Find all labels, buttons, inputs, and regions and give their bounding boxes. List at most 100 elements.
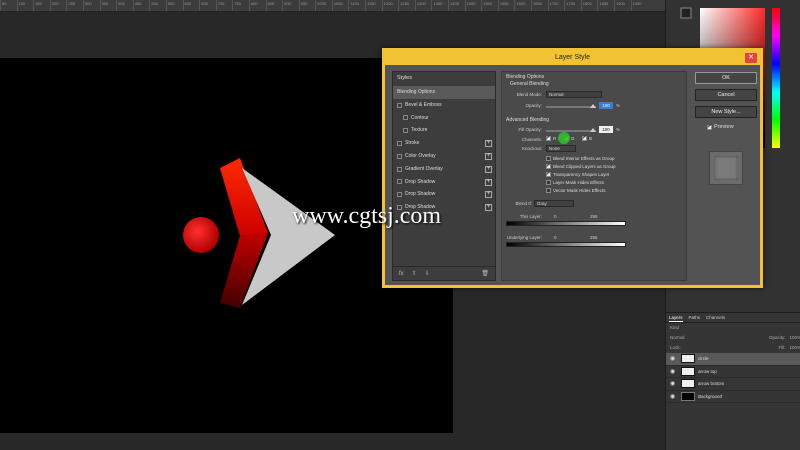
- visibility-eye-icon[interactable]: ◉: [670, 355, 678, 362]
- add-style-icon[interactable]: +: [485, 165, 492, 173]
- add-style-icon[interactable]: +: [485, 178, 492, 186]
- style-preview: [709, 151, 743, 185]
- style-item[interactable]: Blending Options: [393, 86, 495, 99]
- ruler-tick: 550: [165, 0, 183, 11]
- ruler-tick: 1600: [514, 0, 531, 11]
- style-checkbox[interactable]: [403, 115, 408, 121]
- dialog-title-bar[interactable]: Layer Style ✕: [385, 51, 760, 65]
- style-checkbox[interactable]: [397, 102, 402, 108]
- visibility-eye-icon[interactable]: ◉: [670, 380, 678, 387]
- preview-checkbox[interactable]: Preview: [707, 123, 734, 130]
- tab-paths[interactable]: Paths: [689, 313, 701, 322]
- style-item[interactable]: Color Overlay +: [393, 150, 495, 163]
- add-style-icon[interactable]: +: [485, 152, 492, 160]
- style-checkbox[interactable]: [397, 192, 402, 198]
- blend-mode-select[interactable]: Normal: [546, 91, 602, 98]
- ruler-tick: 800: [248, 0, 266, 11]
- ruler-tick: 1950: [630, 0, 648, 11]
- foreground-swatch: [680, 7, 692, 19]
- underlying-layer-label: Underlying Layer:: [506, 235, 542, 240]
- advanced-option-checkbox[interactable]: Blend Clipped Layers as Group: [546, 162, 616, 169]
- close-button[interactable]: ✕: [745, 53, 757, 63]
- tab-channels[interactable]: Channels: [706, 313, 725, 322]
- style-item[interactable]: Drop Shadow +: [393, 188, 495, 201]
- fill-knob[interactable]: [590, 128, 596, 132]
- move-up-icon[interactable]: ⇧: [412, 270, 417, 277]
- ruler-tick: 1050: [331, 0, 349, 11]
- underlying-max: 255: [590, 235, 598, 240]
- style-item[interactable]: Bevel & Emboss: [393, 99, 495, 112]
- cancel-button[interactable]: Cancel: [695, 89, 757, 101]
- advanced-option-checkbox[interactable]: Blend Interior Effects as Group: [546, 156, 614, 161]
- layer-name: arrow bottom: [698, 381, 725, 387]
- style-item[interactable]: Gradient Overlay +: [393, 163, 495, 176]
- ruler-tick: 600: [182, 0, 200, 11]
- layer-thumbnail: [681, 366, 695, 376]
- add-style-icon[interactable]: +: [485, 140, 492, 148]
- lock-row[interactable]: Lock: Fill: 100%: [666, 343, 800, 353]
- blend-if-select[interactable]: Gray: [534, 200, 574, 207]
- layer-row[interactable]: ◉ arrow top: [666, 366, 800, 378]
- layer-row[interactable]: ◉ arrow bottom: [666, 378, 800, 391]
- this-layer-gradient[interactable]: [506, 221, 626, 226]
- hue-slider: [772, 8, 780, 148]
- this-layer-max: 255: [590, 214, 598, 219]
- opacity-slider[interactable]: [546, 106, 596, 108]
- ruler-tick: 1250: [398, 0, 415, 11]
- style-item[interactable]: Stroke +: [393, 137, 495, 150]
- advanced-blending-label: Advanced Blending: [506, 117, 550, 123]
- ruler-tick: 300: [82, 0, 100, 11]
- knockout-select[interactable]: None: [546, 145, 576, 152]
- ruler-tick: 50: [0, 0, 17, 11]
- trash-icon[interactable]: 🗑: [481, 270, 489, 277]
- style-item[interactable]: Drop Shadow +: [393, 176, 495, 189]
- style-item-label: Stroke: [405, 140, 420, 147]
- ok-button[interactable]: OK: [695, 72, 757, 84]
- new-style-button[interactable]: New Style...: [695, 106, 757, 118]
- filter-row[interactable]: Kind: [666, 323, 800, 333]
- underlying-layer-gradient[interactable]: [506, 242, 626, 247]
- visibility-eye-icon[interactable]: ◉: [670, 393, 678, 400]
- style-checkbox[interactable]: [397, 141, 402, 147]
- ruler-tick: 400: [116, 0, 133, 11]
- advanced-option-checkbox[interactable]: Layer Mask Hides Effects: [546, 180, 604, 185]
- opacity-input[interactable]: 100: [599, 102, 613, 109]
- style-checkbox[interactable]: [403, 128, 408, 134]
- ruler-tick: 500: [149, 0, 166, 11]
- fill-opacity-input[interactable]: 100: [599, 126, 613, 133]
- tab-layers[interactable]: Layers: [669, 313, 683, 322]
- style-checkbox[interactable]: [397, 166, 402, 172]
- style-item[interactable]: Texture: [393, 124, 495, 137]
- layer-row[interactable]: ◉ circle: [666, 353, 800, 366]
- layer-style-dialog: Layer Style ✕ Styles Blending Options Bev…: [382, 48, 763, 288]
- add-style-icon[interactable]: +: [485, 204, 492, 212]
- opacity-knob[interactable]: [590, 104, 596, 108]
- ruler-tick: 450: [132, 0, 150, 11]
- channel-b[interactable]: B: [582, 134, 592, 141]
- style-checkbox[interactable]: [397, 179, 402, 185]
- style-item-label: Bevel & Emboss: [405, 101, 442, 108]
- ruler-tick: 1350: [431, 0, 448, 11]
- ruler-tick: 1550: [497, 0, 515, 11]
- ruler-tick: 350: [99, 0, 117, 11]
- knockout-label: Knockout:: [521, 146, 542, 151]
- visibility-eye-icon[interactable]: ◉: [670, 368, 678, 375]
- fx-button[interactable]: fx: [399, 271, 404, 277]
- layer-row[interactable]: ◉ Background: [666, 391, 800, 403]
- fill-slider[interactable]: [546, 130, 596, 132]
- add-style-icon[interactable]: +: [485, 191, 492, 199]
- style-item-label: Drop Shadow: [405, 191, 436, 198]
- ruler-tick: 1000: [315, 0, 332, 11]
- styles-header[interactable]: Styles: [393, 72, 495, 86]
- blend-mode-label: Blend Mode:: [516, 92, 542, 97]
- advanced-option-checkbox[interactable]: Transparency Shapes Layer: [546, 170, 609, 177]
- advanced-option-checkbox[interactable]: Vector Mask Hides Effects: [546, 188, 605, 193]
- blend-row[interactable]: Normal Opacity: 100%: [666, 333, 800, 343]
- style-item[interactable]: Contour: [393, 112, 495, 125]
- ruler-tick: 1150: [365, 0, 382, 11]
- section-title: Blending Options: [506, 74, 545, 80]
- style-checkbox[interactable]: [397, 153, 402, 159]
- channel-r[interactable]: R: [546, 134, 556, 141]
- fill-opacity-label: Fill Opacity:: [518, 127, 542, 132]
- move-down-icon[interactable]: ⇩: [425, 270, 430, 277]
